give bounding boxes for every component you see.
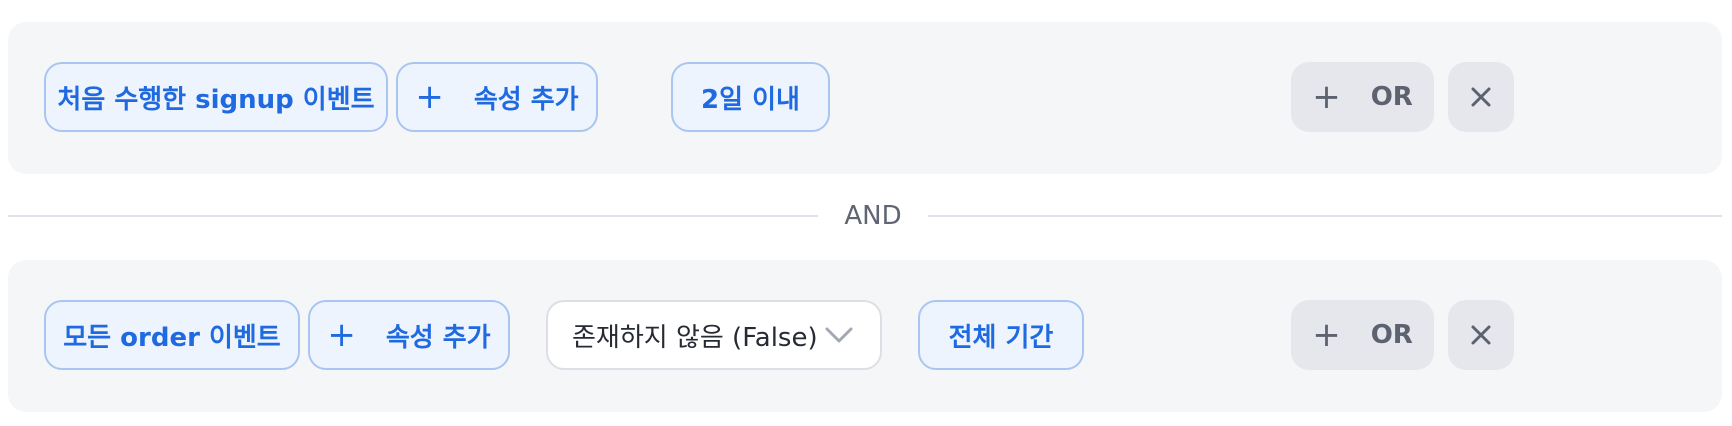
chevron-down-icon [825,327,853,343]
plus-icon: + [1312,77,1341,117]
event-chip-label: 처음 수행한 signup 이벤트 [57,84,375,115]
event-chip[interactable]: 모든 order 이벤트 [44,300,300,370]
close-icon [1471,325,1491,345]
and-label: AND [844,201,902,231]
filter-group-2: 모든 order 이벤트 + 속성 추가 존재하지 않음 (False) 전체 … [8,260,1722,412]
filter-group-1: 처음 수행한 signup 이벤트 + 속성 추가 2일 이내 + OR [8,22,1722,174]
separator-line-right [928,215,1722,217]
remove-filter-button[interactable] [1448,300,1514,370]
plus-icon: + [327,315,356,355]
condition-select-value: 존재하지 않음 (False) [572,322,818,353]
event-chip-label: 모든 order 이벤트 [63,322,281,353]
or-label: OR [1370,82,1413,112]
add-or-button[interactable]: + OR [1291,300,1434,370]
plus-icon: + [1312,315,1341,355]
time-range-chip[interactable]: 2일 이내 [671,62,830,132]
close-icon [1471,87,1491,107]
time-range-label: 2일 이내 [701,84,800,115]
or-label: OR [1370,320,1413,350]
remove-filter-button[interactable] [1448,62,1514,132]
separator-line-left [8,215,818,217]
add-or-button[interactable]: + OR [1291,62,1434,132]
add-property-button[interactable]: + 속성 추가 [396,62,598,132]
time-range-chip[interactable]: 전체 기간 [918,300,1084,370]
add-property-label: 속성 추가 [385,322,491,353]
condition-select[interactable]: 존재하지 않음 (False) [546,300,882,370]
plus-icon: + [415,77,444,117]
event-chip[interactable]: 처음 수행한 signup 이벤트 [44,62,388,132]
time-range-label: 전체 기간 [948,322,1054,353]
and-separator: AND [8,198,1722,234]
add-property-button[interactable]: + 속성 추가 [308,300,510,370]
add-property-label: 속성 추가 [473,84,579,115]
